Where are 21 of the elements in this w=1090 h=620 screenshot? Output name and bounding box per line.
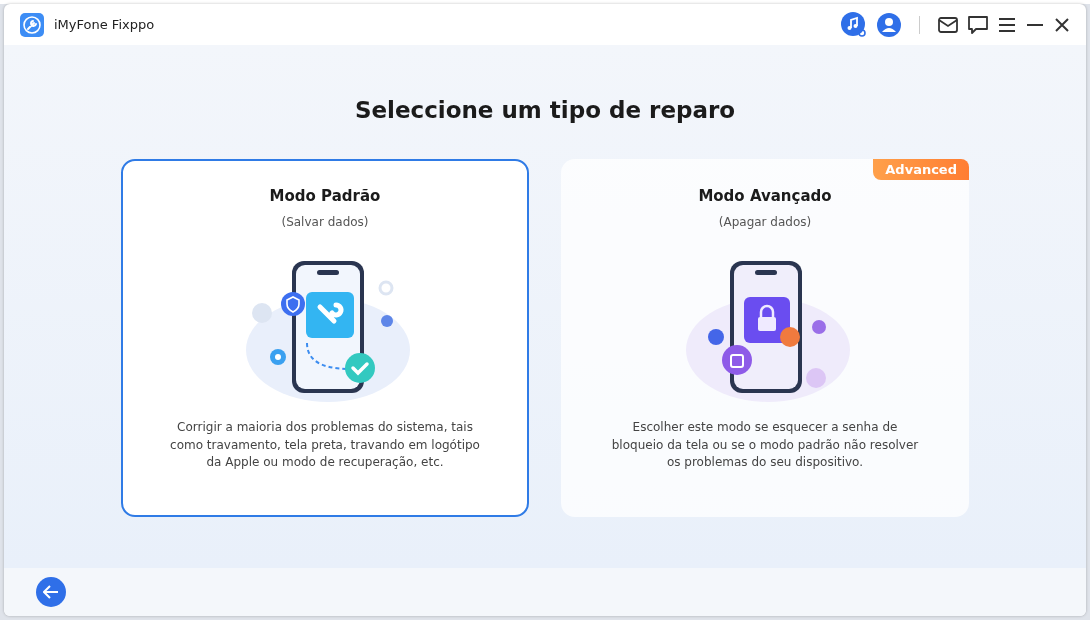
wrench-logo-icon xyxy=(20,12,44,37)
back-button[interactable] xyxy=(36,577,66,607)
mail-icon[interactable] xyxy=(938,16,958,33)
mode-card[interactable]: Modo Padrão (Salvar dados) Corrigir a maioria dos problemas do sistema, tais como travamento, tela preta, travando em logótipo da Apple ou modo de recuperação, etc. xyxy=(121,159,529,517)
window-title: iMyFone Fixppo xyxy=(54,17,155,32)
mode-subtitle: (Salvar dados) xyxy=(281,215,369,229)
chat-icon[interactable] xyxy=(968,15,988,34)
mode-title: Modo Padrão xyxy=(269,187,381,205)
advanced-badge: Advanced xyxy=(873,159,969,180)
user-icon[interactable] xyxy=(877,12,901,37)
page-heading: Seleccione um tipo de reparo xyxy=(354,97,736,123)
mode-subtitle: (Apagar dados) xyxy=(718,215,812,229)
mode-description: Escolher este modo se esquecer a senha de bloqueio da tela ou se o modo padrão não resolver os problemas do seu dispositivo. xyxy=(610,419,920,471)
mode-title: Modo Avançado xyxy=(698,187,832,205)
menu-icon[interactable] xyxy=(998,16,1016,33)
arrow-left-icon xyxy=(43,585,59,599)
minimize-icon[interactable] xyxy=(1026,22,1044,27)
close-icon[interactable] xyxy=(1054,16,1070,33)
mode-description: Corrigir a maioria dos problemas do sistema, tais como travamento, tela preta, travando em logótipo da Apple ou modo de recuperação, etc. xyxy=(170,419,480,471)
mode-card[interactable]: Advanced Modo Avançado (Apagar dados) Escolher este modo se esquecer a senha de bloqueio da tela ou se o modo padrão não resolver os problemas do seu dispositivo. xyxy=(561,159,969,517)
music-search-icon[interactable] xyxy=(841,11,867,38)
